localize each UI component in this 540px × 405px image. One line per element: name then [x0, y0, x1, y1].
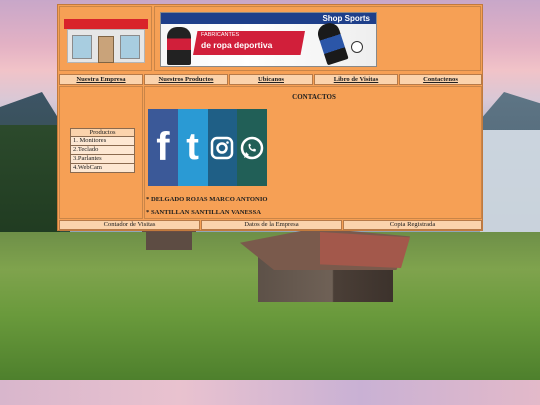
contact-list: * DELGADO ROJAS MARCO ANTONIO * SANTILLA…: [146, 194, 268, 219]
banner-tagline-1: FABRICANTES: [201, 32, 240, 38]
twitter-icon[interactable]: t: [177, 109, 208, 186]
contact-name: * DELGADO ROJAS MARCO ANTONIO: [146, 196, 268, 203]
athlete-image: [167, 27, 191, 65]
footer-contador-visitas[interactable]: Contador de Visitas: [59, 220, 200, 230]
bottom-strip: [0, 380, 540, 405]
shop-sports-banner: Shop Sports FABRICANTES de ropa deportiv…: [160, 12, 377, 67]
small-hut: [142, 224, 196, 250]
social-icons: f t: [148, 109, 267, 186]
menu-item-webcam[interactable]: 4.WebCam: [70, 164, 135, 173]
nav-nuestros-productos[interactable]: Nuestros Productos: [144, 74, 228, 85]
main-content: CONTACTOS f t * DELGADO ROJAS MARCO ANTO…: [144, 86, 482, 219]
banner-tagline-2: de ropa deportiva: [201, 40, 273, 50]
products-menu: Productos 1. Monitores 2.Teclado 3.Parla…: [70, 128, 135, 173]
fog-right: [480, 130, 540, 240]
page-table: Shop Sports FABRICANTES de ropa deportiv…: [57, 4, 483, 231]
footer-datos-empresa[interactable]: Datos de la Empresa: [201, 220, 342, 230]
banner-cell: Shop Sports FABRICANTES de ropa deportiv…: [154, 6, 481, 71]
menu-item-parlantes[interactable]: 3.Parlantes: [70, 155, 135, 164]
nav-contactenos[interactable]: Contactenos: [399, 74, 482, 85]
footer: Contador de Visitas Datos de la Empresa …: [58, 220, 482, 230]
header-row: Shop Sports FABRICANTES de ropa deportiv…: [58, 5, 482, 73]
soccer-ball-icon: [351, 41, 363, 53]
body-row: Productos 1. Monitores 2.Teclado 3.Parla…: [58, 86, 482, 219]
menu-item-teclado[interactable]: 2.Teclado: [70, 146, 135, 155]
menu-item-monitores[interactable]: 1. Monitores: [70, 137, 135, 146]
store-logo-icon: [64, 19, 148, 63]
products-menu-title: Productos: [70, 128, 135, 137]
logo-cell: [59, 6, 152, 71]
footer-copia-registrada[interactable]: Copia Registrada: [343, 220, 482, 230]
page-title: CONTACTOS: [292, 93, 336, 101]
top-nav: Nuestra Empresa Nuestros Productos Ubica…: [58, 74, 482, 85]
nav-nuestra-empresa[interactable]: Nuestra Empresa: [59, 74, 143, 85]
nav-ubicanos[interactable]: Ubicanos: [229, 74, 313, 85]
sidebar: Productos 1. Monitores 2.Teclado 3.Parla…: [59, 86, 143, 219]
wooden-hut: [240, 228, 410, 306]
instagram-icon[interactable]: [207, 109, 238, 186]
facebook-icon[interactable]: f: [148, 109, 178, 186]
nav-libro-de-visitas[interactable]: Libro de Visitas: [314, 74, 398, 85]
forest-left: [0, 125, 60, 245]
soccer-player-image: [315, 20, 349, 66]
whatsapp-icon[interactable]: [237, 109, 267, 186]
contact-name: * SANTILLAN SANTILLAN VANESSA: [146, 208, 262, 216]
